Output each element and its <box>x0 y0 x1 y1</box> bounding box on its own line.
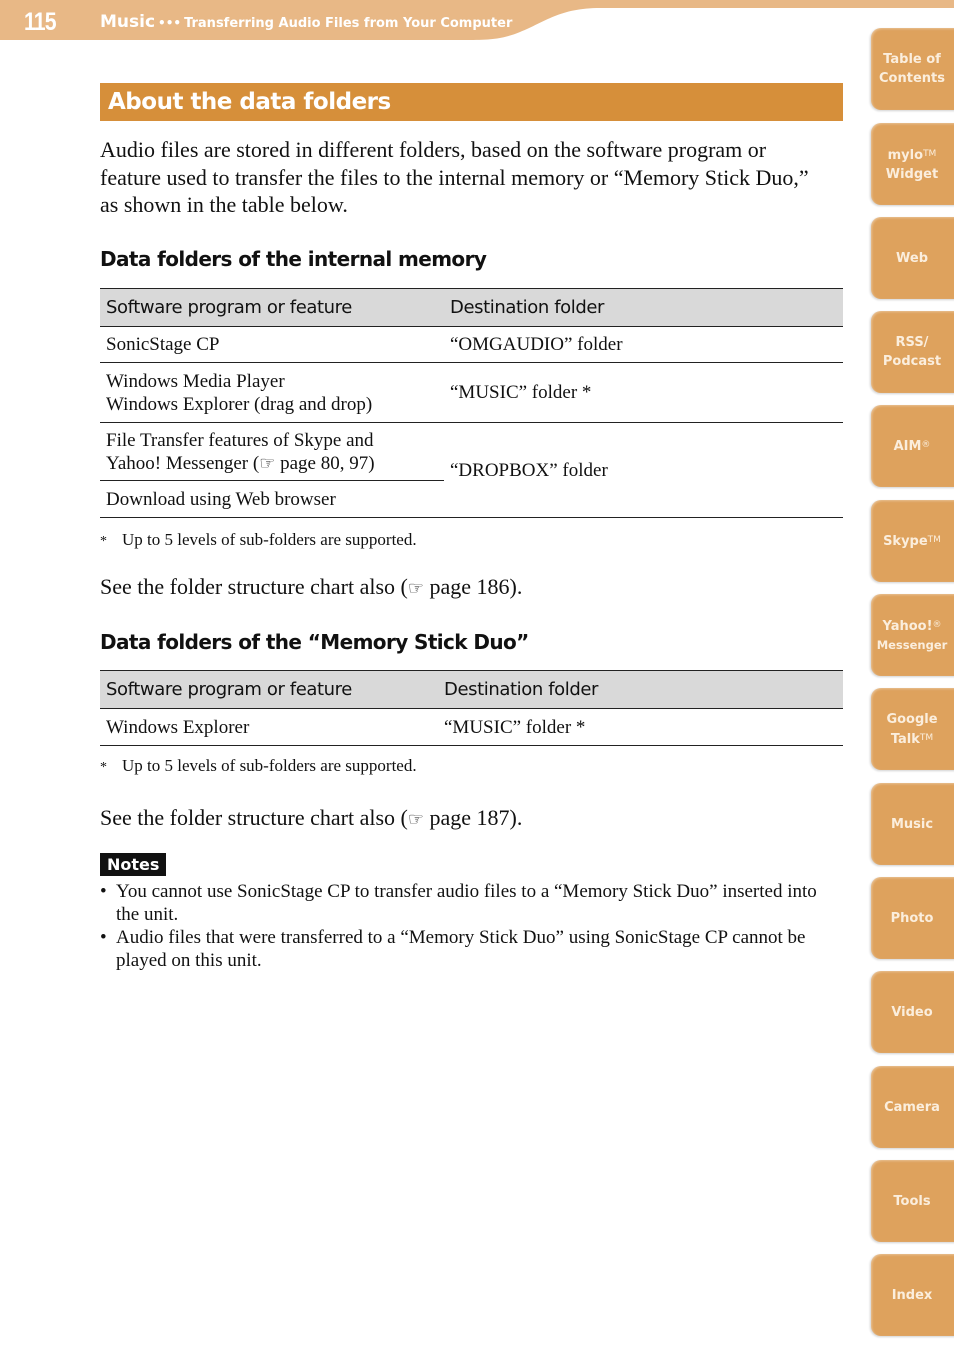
note-text: Audio files that were transferred to a “… <box>116 927 806 971</box>
table-header-row: Software program or feature Destination … <box>100 670 843 709</box>
program-cell: Download using Web browser <box>100 480 444 518</box>
program-cell: SonicStage CP <box>100 326 444 363</box>
program-line: Yahoo! Messenger (☞ page 80, 97) <box>106 452 438 475</box>
bullet-icon: • <box>100 881 107 902</box>
page-reference-link[interactable]: page 80, 97) <box>275 453 374 474</box>
trademark-mark: TM <box>923 148 937 159</box>
tab-music[interactable]: Music <box>871 783 954 865</box>
internal-memory-table: Software program or feature Destination … <box>100 288 843 518</box>
tab-skype[interactable]: SkypeTM <box>871 500 954 582</box>
note-item: • You cannot use SonicStage CP to transfe… <box>100 880 840 926</box>
tab-label: Web <box>896 250 928 266</box>
see-also-prefix: See the folder structure chart also ( <box>100 805 408 830</box>
footnote: * Up to 5 levels of sub-folders are suppo… <box>100 530 417 552</box>
tab-google-talk[interactable]: Google TalkTM <box>871 688 954 770</box>
table-header-row: Software program or feature Destination … <box>100 288 843 327</box>
tab-label: Video <box>891 1004 933 1020</box>
internal-memory-heading: Data folders of the internal memory <box>100 247 487 271</box>
breadcrumb-section[interactable]: Music <box>100 12 155 32</box>
column-header: Software program or feature <box>100 288 444 327</box>
tab-label: Messenger <box>876 637 948 652</box>
tab-aim[interactable]: AIM® <box>871 405 954 487</box>
program-text: Yahoo! Messenger ( <box>106 452 260 474</box>
tab-mylo-widget[interactable]: myloTM Widget <box>871 123 954 205</box>
tab-tools[interactable]: Tools <box>871 1160 954 1242</box>
page-reference-link[interactable]: page 186). <box>424 574 523 599</box>
asterisk: * <box>100 534 107 549</box>
tab-label: Widget <box>885 166 939 182</box>
tab-label: Contents <box>879 71 945 86</box>
notes-badge: Notes <box>100 853 167 876</box>
page-reference-link[interactable]: page 187). <box>424 805 523 830</box>
program-cell: Windows Explorer <box>100 708 438 746</box>
trademark-mark: TM <box>919 732 934 743</box>
tab-table-of-contents[interactable]: Table of Contents <box>871 28 954 110</box>
page-title: About the data folders <box>100 83 843 121</box>
intro-paragraph: Audio files are stored in different fold… <box>100 137 809 217</box>
main-content: About the data folders Audio files are s… <box>100 83 843 971</box>
registered-mark: ® <box>932 619 942 630</box>
memory-stick-heading: Data folders of the “Memory Stick Duo” <box>100 630 529 654</box>
footnote-text: Up to 5 levels of sub-folders are suppor… <box>122 530 417 549</box>
tab-yahoo-messenger[interactable]: Yahoo!® Messenger <box>871 594 954 676</box>
tab-label: Tools <box>893 1193 931 1209</box>
tab-label: Camera <box>884 1099 940 1115</box>
tab-video[interactable]: Video <box>871 971 954 1053</box>
column-header: Destination folder <box>438 670 843 709</box>
footnote: * Up to 5 levels of sub-folders are suppo… <box>100 756 417 778</box>
note-text: You cannot use SonicStage CP to transfer… <box>116 881 817 925</box>
tab-label: Table of <box>883 52 941 67</box>
registered-mark: ® <box>921 440 931 450</box>
tab-label: mylo <box>887 147 924 163</box>
program-cell: File Transfer features of Skype and Yaho… <box>100 422 444 481</box>
asterisk: * <box>100 760 107 775</box>
column-header: Destination folder <box>444 288 843 327</box>
note-item: • Audio files that were transferred to a … <box>100 926 840 972</box>
page-reference-icon: ☞ <box>259 452 276 474</box>
program-line: Windows Media Player <box>106 370 285 392</box>
program-cell: Windows Media Player Windows Explorer (d… <box>100 362 444 423</box>
see-also-prefix: See the folder structure chart also ( <box>100 574 408 599</box>
footnote-text: Up to 5 levels of sub-folders are suppor… <box>122 756 417 775</box>
tab-label: Yahoo! <box>882 618 933 634</box>
tab-label: Google <box>886 711 938 727</box>
table-row: Windows Explorer “MUSIC” folder * <box>100 708 843 746</box>
breadcrumb: Music ••• Transferring Audio Files from Yo… <box>100 12 512 32</box>
tab-web[interactable]: Web <box>871 217 954 299</box>
tab-label: RSS/ <box>895 335 929 350</box>
table-row: File Transfer features of Skype and Yaho… <box>100 422 843 518</box>
folder-cell: “MUSIC” folder * <box>444 362 843 423</box>
folder-cell: “OMGAUDIO” folder <box>444 326 843 363</box>
folder-cell: “DROPBOX” folder <box>444 422 843 518</box>
tab-label: Podcast <box>882 354 942 369</box>
tab-label: Index <box>891 1287 933 1303</box>
page-reference-icon: ☞ <box>407 578 425 599</box>
column-header: Software program or feature <box>100 670 438 709</box>
breadcrumb-separator: ••• <box>158 16 182 30</box>
notes-list: • You cannot use SonicStage CP to transfe… <box>100 880 840 972</box>
breadcrumb-subsection: Transferring Audio Files from Your Compu… <box>184 16 513 31</box>
bullet-icon: • <box>100 927 107 948</box>
memory-stick-table: Software program or feature Destination … <box>100 670 843 746</box>
tab-label: Music <box>890 816 934 832</box>
table-row: Windows Media Player Windows Explorer (d… <box>100 362 843 423</box>
see-also-text: See the folder structure chart also (☞ p… <box>100 574 522 602</box>
tab-label: Skype <box>883 534 928 549</box>
page-number: 115 <box>24 8 57 36</box>
tab-label: Photo <box>890 910 934 926</box>
tab-photo[interactable]: Photo <box>871 877 954 959</box>
program-line: Windows Explorer (drag and drop) <box>106 393 373 415</box>
table-row: SonicStage CP “OMGAUDIO” folder <box>100 326 843 363</box>
tab-label: AIM <box>893 439 922 454</box>
tab-label: Talk <box>890 731 920 747</box>
program-line: File Transfer features of Skype and <box>106 429 374 451</box>
trademark-mark: TM <box>927 535 941 545</box>
tab-camera[interactable]: Camera <box>871 1066 954 1148</box>
tab-index[interactable]: Index <box>871 1254 954 1336</box>
folder-cell: “MUSIC” folder * <box>438 708 843 746</box>
page-reference-icon: ☞ <box>407 809 425 830</box>
tab-rss-podcast[interactable]: RSS/Podcast <box>871 311 954 393</box>
see-also-text: See the folder structure chart also (☞ p… <box>100 805 522 833</box>
